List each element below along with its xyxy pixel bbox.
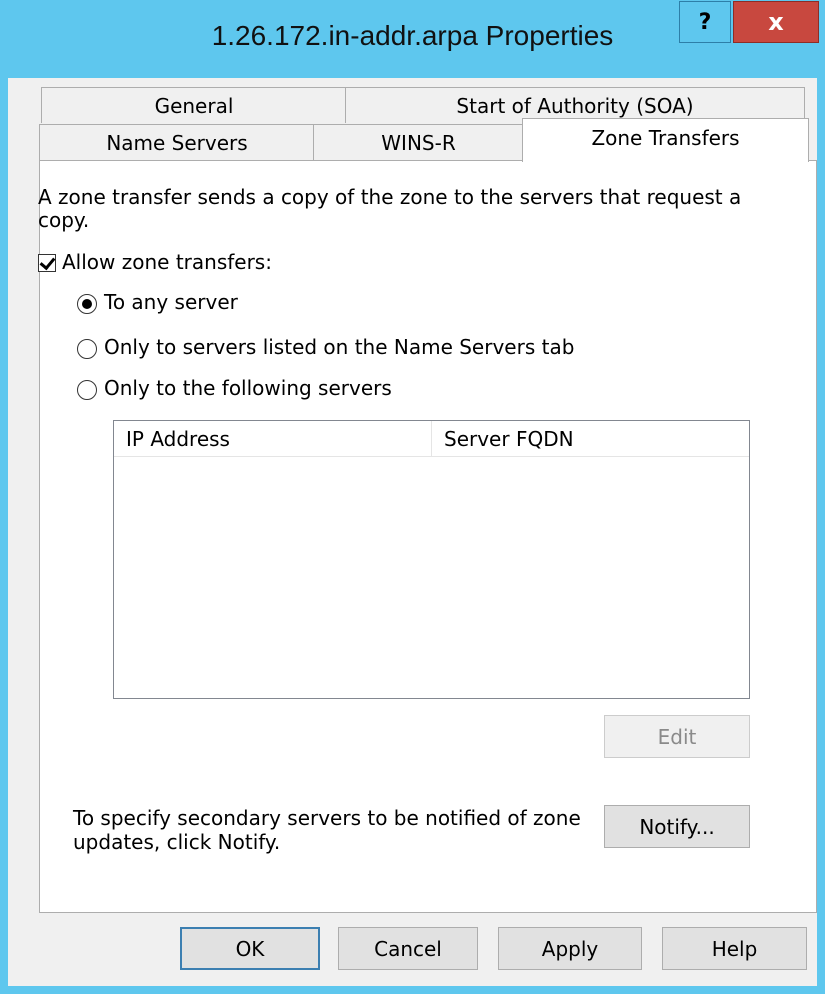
notify-text-line1: To specify secondary servers to be notif… — [73, 806, 581, 830]
tab-wins-r[interactable]: WINS-R — [313, 124, 524, 160]
servers-list[interactable]: IP Address Server FQDN — [113, 420, 750, 699]
description-text-line2: copy. — [38, 208, 90, 232]
close-icon: x — [768, 8, 784, 36]
tab-label: WINS-R — [381, 130, 456, 155]
column-server-fqdn[interactable]: Server FQDN — [432, 421, 749, 456]
tab-label: Zone Transfers — [591, 125, 740, 150]
tab-zone-transfers[interactable]: Zone Transfers — [522, 118, 809, 162]
edit-button[interactable]: Edit — [604, 715, 750, 758]
notify-text-line2: updates, click Notify. — [73, 830, 281, 854]
column-label: IP Address — [126, 426, 230, 451]
allow-zone-transfers-label[interactable]: Allow zone transfers: — [62, 250, 272, 274]
properties-dialog: 1.26.172.in-addr.arpa Properties ? x Gen… — [0, 0, 825, 994]
column-ip-address[interactable]: IP Address — [114, 421, 432, 456]
help-footer-button[interactable]: Help — [662, 927, 807, 970]
radio-any-server-label[interactable]: To any server — [104, 290, 238, 314]
question-mark-icon: ? — [698, 9, 712, 35]
notify-button[interactable]: Notify... — [604, 805, 750, 848]
help-button[interactable]: ? — [679, 1, 731, 43]
radio-any-server[interactable] — [77, 294, 97, 314]
cancel-button[interactable]: Cancel — [338, 927, 478, 970]
radio-name-servers-tab[interactable] — [77, 339, 97, 359]
ok-button[interactable]: OK — [180, 927, 320, 970]
tab-name-servers[interactable]: Name Servers — [39, 124, 315, 160]
allow-zone-transfers-checkbox[interactable] — [38, 254, 56, 272]
title-bar[interactable]: 1.26.172.in-addr.arpa Properties ? x — [0, 0, 825, 78]
servers-list-header: IP Address Server FQDN — [114, 421, 749, 457]
close-button[interactable]: x — [733, 1, 819, 43]
button-label: Notify... — [639, 814, 715, 839]
zone-transfers-panel: A zone transfer sends a copy of the zone… — [38, 160, 817, 913]
button-label: OK — [235, 936, 265, 961]
column-label: Server FQDN — [444, 426, 574, 451]
apply-button[interactable]: Apply — [498, 927, 642, 970]
button-label: Cancel — [374, 936, 442, 961]
button-label: Apply — [541, 936, 599, 961]
radio-following-servers[interactable] — [77, 380, 97, 400]
tab-label: Start of Authority (SOA) — [456, 93, 694, 118]
tab-general[interactable]: General — [41, 87, 347, 123]
description-text-line1: A zone transfer sends a copy of the zone… — [38, 185, 742, 209]
tab-label: General — [154, 93, 234, 118]
radio-name-servers-tab-label[interactable]: Only to servers listed on the Name Serve… — [104, 335, 574, 359]
dialog-body: General Start of Authority (SOA) Name Se… — [8, 78, 817, 986]
radio-following-servers-label[interactable]: Only to the following servers — [104, 376, 392, 400]
tab-label: Name Servers — [106, 130, 248, 155]
button-label: Help — [711, 936, 758, 961]
button-label: Edit — [657, 724, 697, 749]
